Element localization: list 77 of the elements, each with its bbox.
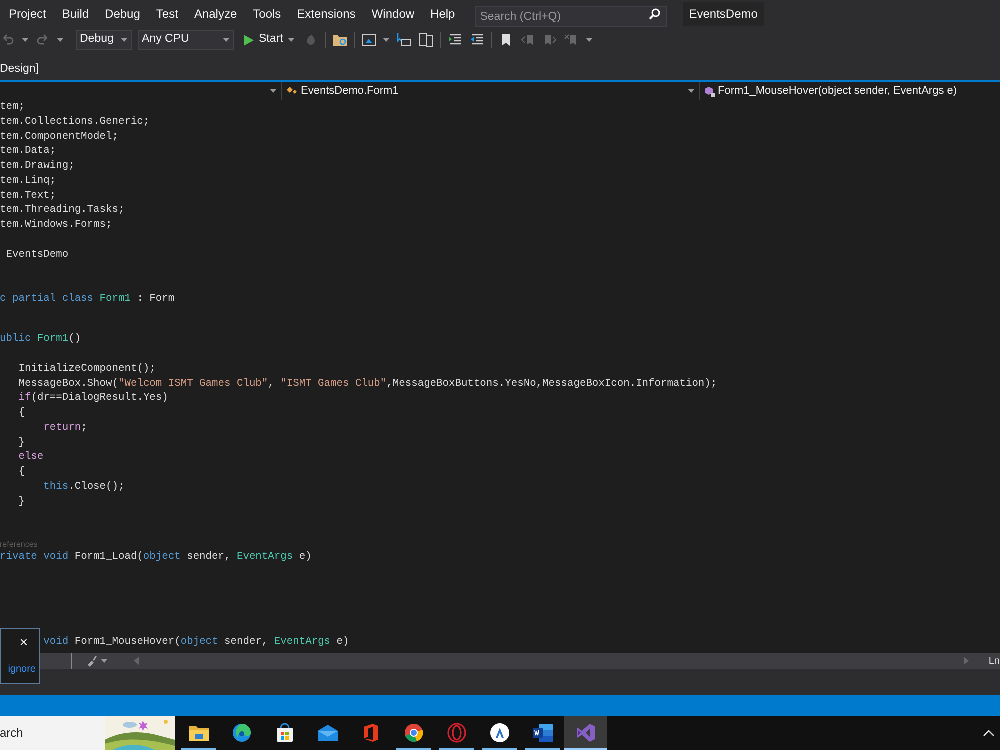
search-field[interactable]: Search (Ctrl+Q)	[475, 6, 668, 27]
start-button[interactable]: Start	[242, 31, 298, 49]
code-line: InitializeComponent();	[18, 362, 156, 376]
caret-icon	[688, 89, 695, 93]
code-line: tem.Threading.Tasks;	[0, 203, 125, 218]
ribbon-icon	[576, 723, 596, 743]
redo-caret-icon	[57, 38, 64, 42]
code-line: tem.Windows.Forms;	[0, 218, 112, 233]
caret-icon	[121, 38, 128, 42]
code-line: EventsDemo	[6, 248, 69, 262]
shopping-bag-icon	[274, 723, 294, 743]
office-icon	[362, 723, 380, 743]
caret-icon	[288, 38, 296, 42]
code-line: tem.ComponentModel;	[0, 130, 118, 144]
code-line: {	[18, 406, 25, 421]
code-line: c partial class Form1 : Form	[0, 292, 175, 306]
code-line: tem.Drawing;	[0, 159, 75, 174]
code-line: ublic Form1()	[0, 332, 82, 347]
code-line: this.Close();	[44, 480, 125, 494]
ring-icon	[446, 723, 466, 743]
circle-icon	[490, 723, 510, 743]
window-icon[interactable]	[361, 32, 378, 48]
window-title: EventsDemo	[683, 2, 764, 26]
brush-icon[interactable]	[86, 655, 98, 667]
menu-item[interactable]: Extensions	[289, 5, 364, 23]
code-line: return;	[44, 420, 88, 436]
code-line: if(dr==DialogResult.Yes)	[18, 391, 168, 406]
search-icon	[649, 8, 662, 20]
menu-item[interactable]: Tools	[245, 5, 290, 23]
code-line: tem.Text;	[0, 188, 56, 204]
color-wheel-icon	[404, 723, 424, 743]
code-line: tem;	[0, 100, 25, 115]
taskbar-search-field[interactable]: arch	[0, 716, 105, 750]
ignore-link[interactable]: ignore	[8, 662, 36, 677]
menu-item[interactable]: Analyze	[186, 5, 246, 23]
code-line: else	[18, 450, 44, 465]
menu-item[interactable]: Test	[148, 5, 186, 23]
member-dropdown[interactable]: Form1_MouseHover(object sender, EventArgs e)	[700, 82, 1000, 100]
bookmark-next-icon[interactable]	[542, 32, 558, 48]
window-caret-icon	[383, 38, 390, 42]
document-tab[interactable]: Design]	[0, 62, 39, 76]
code-line: tem.Collections.Generic;	[0, 114, 150, 130]
menu-item[interactable]: Build	[54, 5, 98, 23]
code-line: }	[18, 494, 25, 510]
menu-item[interactable]: Debug	[97, 5, 148, 23]
folder-icon	[188, 723, 210, 743]
menu-item[interactable]: Project	[1, 5, 54, 23]
folder-search-icon[interactable]	[332, 32, 348, 48]
brush-caret-icon	[101, 659, 108, 663]
platform-dropdown[interactable]: Any CPU	[138, 30, 234, 50]
overflow-caret-icon	[586, 38, 594, 42]
menu-item[interactable]: Help	[422, 5, 464, 23]
code-line: void Form1_MouseHover(object sender, EventArgs e)	[44, 634, 350, 650]
menu-item[interactable]: Window	[364, 5, 423, 23]
code-line: rivate void Form1_Load(object sender, EventArgs e)	[0, 550, 312, 564]
envelope-icon	[316, 724, 338, 742]
document-icon	[532, 723, 554, 743]
code-line: MessageBox.Show("Welcom ISMT Games Club", "ISMT Games Club",MessageBoxButtons.YesNo,MessageBoxIcon.Information);	[18, 376, 718, 392]
undo-caret-icon	[22, 38, 29, 42]
close-button[interactable]: ×	[20, 635, 28, 649]
code-line: {	[18, 465, 25, 480]
code-line: }	[18, 436, 25, 450]
swirl-icon	[232, 723, 252, 743]
pages-icon[interactable]	[418, 32, 434, 48]
caret-icon	[270, 89, 277, 93]
pointer-list-icon[interactable]	[396, 32, 412, 48]
type-dropdown[interactable]: EventsDemo.Form1	[282, 82, 700, 100]
caret-icon	[223, 38, 230, 42]
chevron-up-icon[interactable]	[983, 730, 995, 736]
line-number-label: Ln	[988, 654, 1000, 668]
configuration-dropdown[interactable]: Debug	[76, 30, 132, 50]
taskbar-app-button[interactable]	[564, 716, 607, 750]
code-line: tem.Linq;	[0, 174, 56, 188]
method-icon	[704, 86, 715, 96]
class-icon	[286, 86, 298, 96]
play-icon	[244, 34, 254, 46]
code-line: tem.Data;	[0, 144, 56, 159]
